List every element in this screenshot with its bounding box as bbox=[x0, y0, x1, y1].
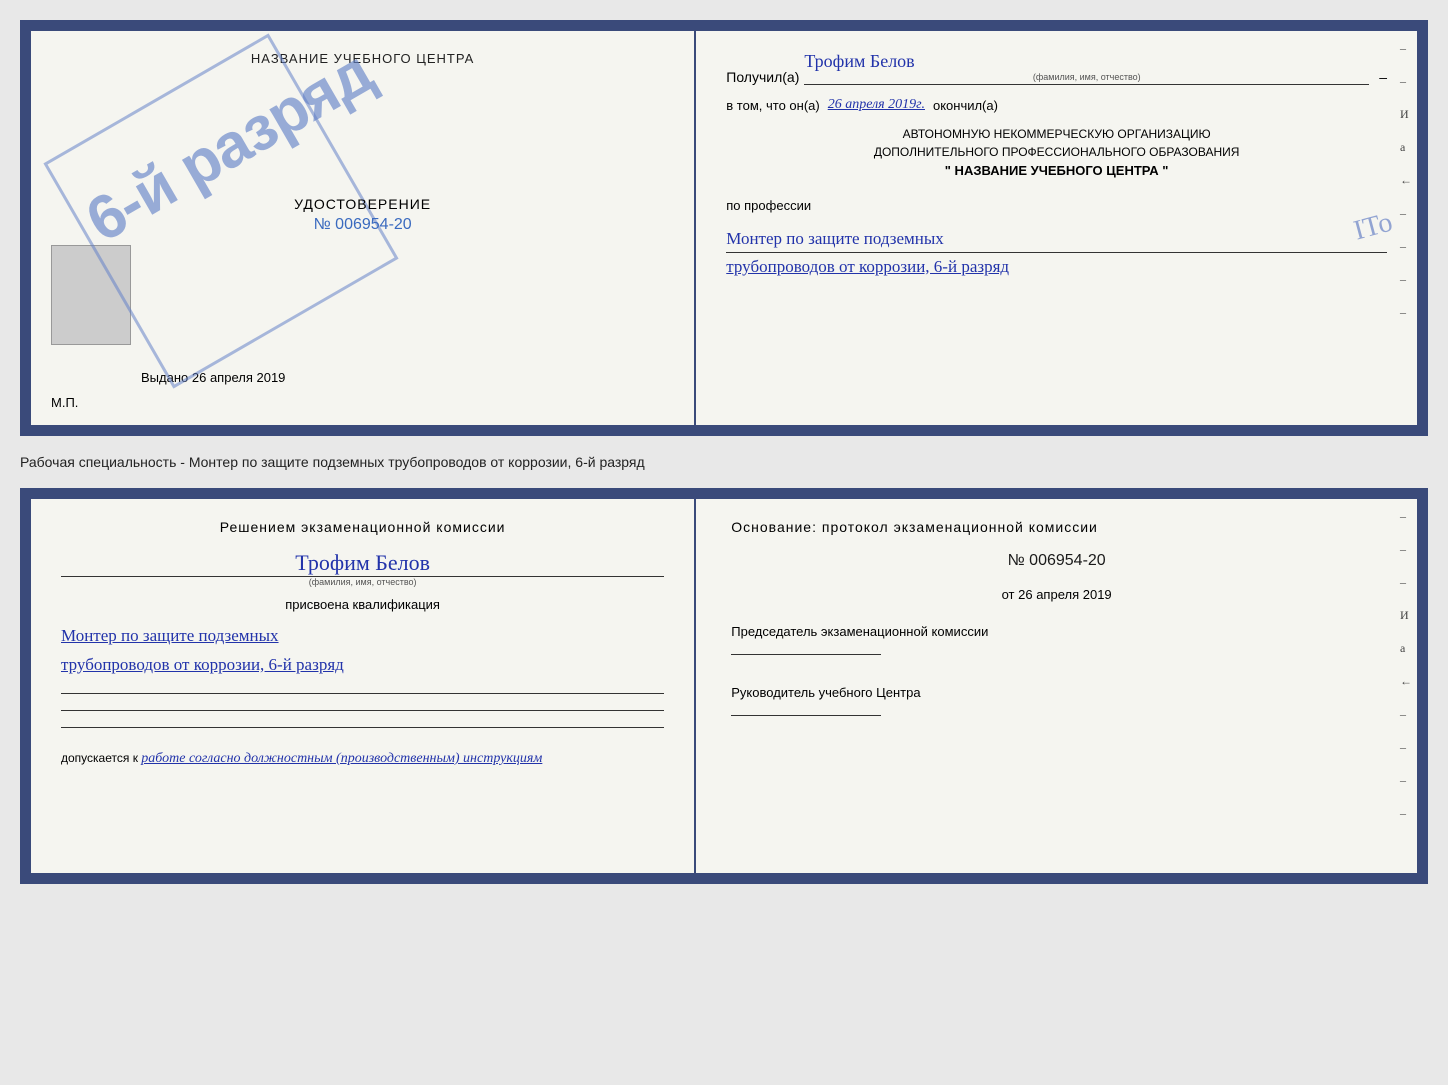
dopusk-text: работе согласно должностным (производств… bbox=[141, 751, 542, 766]
udost-number: № 006954-20 bbox=[294, 216, 431, 234]
dash1: – bbox=[1400, 41, 1412, 56]
dash8: – bbox=[1400, 272, 1412, 287]
rukovoditel-title: Руководитель учебного Центра bbox=[731, 685, 1382, 700]
ot-label: от bbox=[1002, 587, 1015, 602]
dash7: – bbox=[1400, 239, 1412, 254]
po-professii-label: по профессии bbox=[726, 198, 1387, 213]
bdash4: И bbox=[1400, 608, 1412, 623]
completion-date: 26 апреля 2019г. bbox=[828, 97, 925, 113]
bdash3: – bbox=[1400, 575, 1412, 590]
bottom-right-margin: – – – И а ← – – – – bbox=[1400, 509, 1412, 821]
bottom-certificate: Решением экзаменационной комиссии Трофим… bbox=[20, 488, 1428, 884]
right-margin: – – И а ← – – – – bbox=[1400, 41, 1412, 320]
vydano-date: 26 апреля 2019 bbox=[192, 370, 286, 385]
osnovanie-title: Основание: протокол экзаменационной коми… bbox=[731, 519, 1382, 535]
kvali-block: Монтер по защите подземных трубопроводов… bbox=[61, 622, 664, 680]
dash-separator: – bbox=[1379, 69, 1387, 85]
poluchil-label: Получил(а) bbox=[726, 69, 799, 85]
cert-top-right: Получил(а) Трофим Белов (фамилия, имя, о… bbox=[696, 31, 1417, 425]
bdash10: – bbox=[1400, 806, 1412, 821]
dash6: – bbox=[1400, 206, 1412, 221]
bottom-name-block: Трофим Белов (фамилия, имя, отчество) bbox=[61, 550, 664, 587]
dash2: – bbox=[1400, 74, 1412, 89]
org-line1: АВТОНОМНУЮ НЕКОММЕРЧЕСКУЮ ОРГАНИЗАЦИЮ bbox=[726, 125, 1387, 143]
cert-bottom-inner: Решением экзаменационной комиссии Трофим… bbox=[28, 496, 1420, 876]
rukovoditel-block: Руководитель учебного Центра bbox=[731, 685, 1382, 719]
bottom-fio-label: (фамилия, имя, отчество) bbox=[61, 577, 664, 587]
predsedatel-block: Председатель экзаменационной комиссии bbox=[731, 624, 1382, 658]
dash4: а bbox=[1400, 140, 1412, 155]
predsedatel-sign-line bbox=[731, 654, 881, 655]
prisvoena-text: присвоена квалификация bbox=[61, 597, 664, 612]
bdash8: – bbox=[1400, 740, 1412, 755]
udost-block: УДОСТОВЕРЕНИЕ № 006954-20 bbox=[294, 196, 431, 234]
separator3 bbox=[61, 727, 664, 728]
cert-top-left: НАЗВАНИЕ УЧЕБНОГО ЦЕНТРА 6-й разряд УДОС… bbox=[31, 31, 696, 425]
protocol-date-value: 26 апреля 2019 bbox=[1018, 587, 1112, 602]
recipient-name: Трофим Белов (фамилия, имя, отчество) bbox=[804, 51, 1369, 85]
protocol-date: от 26 апреля 2019 bbox=[731, 587, 1382, 602]
okonchil-label: окончил(а) bbox=[933, 98, 998, 113]
protocol-number: № 006954-20 bbox=[731, 552, 1382, 570]
bottom-recipient-name: Трофим Белов bbox=[61, 550, 664, 577]
org-line2: ДОПОЛНИТЕЛЬНОГО ПРОФЕССИОНАЛЬНОГО ОБРАЗО… bbox=[726, 143, 1387, 161]
bdash9: – bbox=[1400, 773, 1412, 788]
profession-line1: Монтер по защите подземных bbox=[726, 225, 1387, 253]
udost-title: УДОСТОВЕРЕНИЕ bbox=[294, 196, 431, 212]
dopusk-label: допускается к bbox=[61, 751, 138, 765]
cert-top-inner: НАЗВАНИЕ УЧЕБНОГО ЦЕНТРА 6-й разряд УДОС… bbox=[28, 28, 1420, 428]
separator2 bbox=[61, 710, 664, 711]
dash9: – bbox=[1400, 305, 1412, 320]
vydano-line: Выдано 26 апреля 2019 bbox=[141, 370, 285, 385]
name-text: Трофим Белов bbox=[804, 51, 914, 71]
dopuskaetsya-block: допускается к работе согласно должностны… bbox=[61, 751, 664, 767]
dash5: ← bbox=[1400, 173, 1412, 188]
cert-bottom-left: Решением экзаменационной комиссии Трофим… bbox=[31, 499, 696, 873]
profession-line2: трубопроводов от коррозии, 6-й разряд bbox=[726, 253, 1387, 280]
rukovoditel-sign-line bbox=[731, 715, 881, 716]
bdash5: а bbox=[1400, 641, 1412, 656]
org-name: " НАЗВАНИЕ УЧЕБНОГО ЦЕНТРА " bbox=[726, 161, 1387, 181]
kvali-line1: Монтер по защите подземных bbox=[61, 622, 664, 651]
mp-line: М.П. bbox=[51, 395, 78, 410]
predsedatel-title: Председатель экзаменационной комиссии bbox=[731, 624, 1382, 639]
poluchil-line: Получил(а) Трофим Белов (фамилия, имя, о… bbox=[726, 51, 1387, 85]
bdash1: – bbox=[1400, 509, 1412, 524]
cert-bottom-right: Основание: протокол экзаменационной коми… bbox=[696, 499, 1417, 873]
kvali-line2: трубопроводов от коррозии, 6-й разряд bbox=[61, 651, 664, 680]
top-certificate: НАЗВАНИЕ УЧЕБНОГО ЦЕНТРА 6-й разряд УДОС… bbox=[20, 20, 1428, 436]
bdash6: ← bbox=[1400, 674, 1412, 689]
fio-label: (фамилия, имя, отчество) bbox=[804, 72, 1369, 82]
vtom-line: в том, что он(а) 26 апреля 2019г. окончи… bbox=[726, 97, 1387, 113]
page-container: НАЗВАНИЕ УЧЕБНОГО ЦЕНТРА 6-й разряд УДОС… bbox=[20, 20, 1428, 884]
bdash2: – bbox=[1400, 542, 1412, 557]
separator1 bbox=[61, 693, 664, 694]
vtom-label: в том, что он(а) bbox=[726, 98, 819, 113]
middle-text: Рабочая специальность - Монтер по защите… bbox=[20, 446, 1428, 478]
org-block: АВТОНОМНУЮ НЕКОММЕРЧЕСКУЮ ОРГАНИЗАЦИЮ ДО… bbox=[726, 125, 1387, 181]
dash3: И bbox=[1400, 107, 1412, 122]
ito-stamp: ITo bbox=[1350, 207, 1395, 248]
profession-block: Монтер по защите подземных трубопроводов… bbox=[726, 225, 1387, 280]
resheniem-title: Решением экзаменационной комиссии bbox=[61, 519, 664, 535]
bdash7: – bbox=[1400, 707, 1412, 722]
